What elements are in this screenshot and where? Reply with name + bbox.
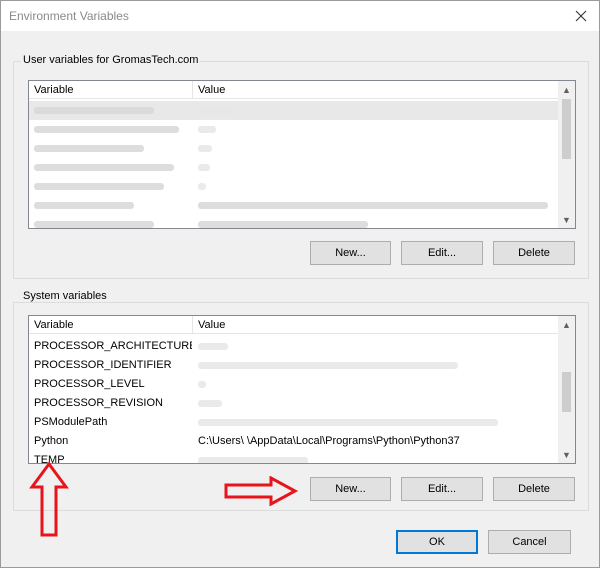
- value-cell: [193, 139, 553, 158]
- scroll-up-icon[interactable]: ▲: [558, 81, 575, 98]
- close-icon: [575, 10, 587, 22]
- variable-cell: [29, 177, 192, 196]
- table-row[interactable]: PROCESSOR_IDENTIFIER: [29, 356, 558, 375]
- value-cell: [193, 177, 553, 196]
- right-arrow-icon: [224, 476, 299, 506]
- system-list-header: Variable Value: [29, 316, 558, 334]
- value-cell: [193, 337, 553, 356]
- variable-cell: [29, 101, 192, 120]
- table-row[interactable]: [29, 101, 558, 120]
- scroll-down-icon[interactable]: ▼: [558, 211, 575, 228]
- table-row[interactable]: [29, 158, 558, 177]
- table-row[interactable]: [29, 196, 558, 215]
- system-delete-button[interactable]: Delete: [493, 477, 575, 501]
- table-row[interactable]: PROCESSOR_ARCHITECTURE: [29, 337, 558, 356]
- table-row[interactable]: [29, 177, 558, 196]
- value-cell: C:\Users\ \AppData\Local\Programs\Python…: [198, 435, 460, 447]
- table-row[interactable]: [29, 215, 558, 228]
- table-row[interactable]: TEMP: [29, 451, 558, 463]
- value-cell: [193, 413, 553, 432]
- system-variables-label: System variables: [21, 290, 109, 302]
- system-list-scrollbar[interactable]: ▲ ▼: [558, 316, 575, 463]
- value-cell: [193, 158, 553, 177]
- up-arrow-icon: [29, 461, 69, 537]
- system-edit-button[interactable]: Edit...: [401, 477, 483, 501]
- user-new-button[interactable]: New...: [310, 241, 391, 265]
- table-row[interactable]: Python C:\Users\ \AppData\Local\Programs…: [29, 432, 558, 451]
- variable-cell: [29, 215, 192, 228]
- cancel-button[interactable]: Cancel: [488, 530, 571, 554]
- value-cell: [193, 215, 553, 228]
- column-header-value[interactable]: Value: [193, 316, 553, 334]
- user-delete-button[interactable]: Delete: [493, 241, 575, 265]
- scroll-thumb[interactable]: [562, 99, 571, 159]
- variable-cell: [29, 158, 192, 177]
- column-header-value[interactable]: Value: [193, 81, 553, 99]
- system-variables-list[interactable]: Variable Value PROCESSOR_ARCHITECTURE PR…: [28, 315, 576, 464]
- value-cell: [193, 451, 553, 463]
- value-cell: [193, 196, 553, 215]
- table-row[interactable]: PROCESSOR_LEVEL: [29, 375, 558, 394]
- scroll-up-icon[interactable]: ▲: [558, 316, 575, 333]
- table-row[interactable]: [29, 139, 558, 158]
- user-list-scrollbar[interactable]: ▲ ▼: [558, 81, 575, 228]
- variable-cell: [29, 196, 192, 215]
- system-new-button[interactable]: New...: [310, 477, 391, 501]
- user-variables-list[interactable]: Variable Value ▲ ▼: [28, 80, 576, 229]
- value-cell: [193, 101, 553, 120]
- value-cell: [193, 120, 553, 139]
- title-bar: Environment Variables: [1, 1, 599, 31]
- ok-button[interactable]: OK: [396, 530, 478, 554]
- value-cell: [193, 394, 553, 413]
- window-title: Environment Variables: [9, 9, 129, 23]
- column-header-variable[interactable]: Variable: [29, 81, 191, 99]
- variable-cell: PROCESSOR_REVISION: [34, 397, 163, 409]
- table-row[interactable]: PROCESSOR_REVISION: [29, 394, 558, 413]
- scroll-thumb[interactable]: [562, 372, 571, 412]
- table-row[interactable]: PSModulePath: [29, 413, 558, 432]
- scroll-down-icon[interactable]: ▼: [558, 446, 575, 463]
- user-variables-label: User variables for GromasTech.com: [21, 54, 201, 66]
- variable-cell: PROCESSOR_LEVEL: [34, 378, 145, 390]
- variable-cell: [29, 139, 192, 158]
- user-edit-button[interactable]: Edit...: [401, 241, 483, 265]
- column-header-variable[interactable]: Variable: [29, 316, 191, 334]
- variable-cell: Python: [34, 435, 69, 447]
- variable-cell: PROCESSOR_IDENTIFIER: [34, 359, 172, 371]
- value-cell: [193, 356, 553, 375]
- close-button[interactable]: [567, 3, 595, 29]
- variable-cell: PROCESSOR_ARCHITECTURE: [34, 340, 192, 352]
- variable-cell: [29, 120, 192, 139]
- variable-cell: PSModulePath: [34, 416, 108, 428]
- value-cell: [193, 375, 553, 394]
- table-row[interactable]: [29, 120, 558, 139]
- environment-variables-dialog: Environment Variables User variables for…: [0, 0, 600, 568]
- user-list-header: Variable Value: [29, 81, 558, 99]
